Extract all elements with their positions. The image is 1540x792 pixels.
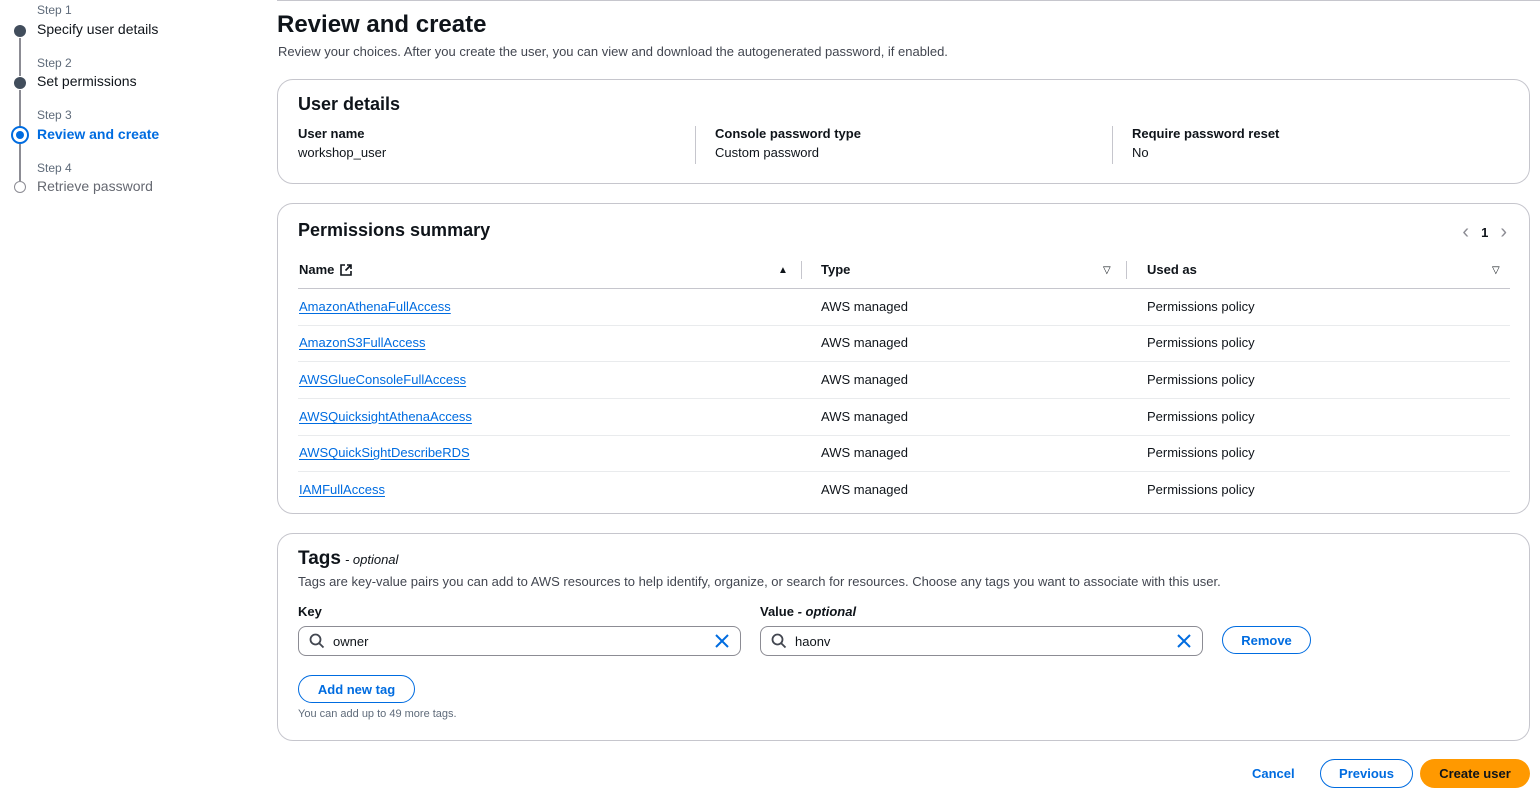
column-divider — [801, 261, 802, 279]
search-icon — [771, 633, 787, 649]
chevron-right-icon[interactable]: › — [1500, 222, 1507, 242]
console-password-type-field: Console password type Custom password — [715, 126, 861, 160]
column-header-label: Used as — [1147, 262, 1197, 277]
tag-key-input[interactable]: owner — [298, 626, 741, 656]
step-upcoming-icon — [14, 181, 26, 193]
value-label-text: Value — [760, 604, 794, 619]
table-row: AWSQuickSightDescribeRDS AWS managed Per… — [298, 435, 1510, 472]
tag-value-value: haonv — [795, 634, 831, 649]
policy-type: AWS managed — [821, 482, 908, 497]
policy-type: AWS managed — [821, 335, 908, 350]
policy-link[interactable]: AWSQuickSightDescribeRDS — [299, 445, 470, 460]
column-divider — [695, 126, 696, 164]
page-description: Review your choices. After you create th… — [278, 44, 948, 59]
policy-used-as: Permissions policy — [1147, 299, 1255, 314]
column-header-name[interactable]: Name — [299, 262, 353, 277]
step-title[interactable]: Set permissions — [37, 73, 137, 89]
permissions-summary-title: Permissions summary — [298, 220, 491, 240]
sort-ascending-icon[interactable]: ▲ — [778, 265, 788, 276]
tags-card: Tags - optional Tags are key-value pairs … — [277, 533, 1530, 741]
create-user-button[interactable]: Create user — [1420, 759, 1530, 788]
column-header-used-as[interactable]: Used as — [1147, 262, 1197, 277]
step-title: Review and create — [37, 126, 160, 142]
optional-label: - optional — [797, 604, 857, 619]
step-number: Step 2 — [37, 56, 72, 70]
step-done-icon — [14, 25, 26, 37]
optional-label: - optional — [344, 552, 399, 567]
step-number: Step 4 — [37, 161, 72, 175]
value-label: Value - optional — [760, 604, 856, 619]
policy-link[interactable]: AmazonAthenaFullAccess — [299, 299, 451, 314]
tag-key-value: owner — [333, 634, 369, 649]
tags-description: Tags are key-value pairs you can add to … — [298, 574, 1221, 589]
page-title: Review and create — [277, 11, 487, 38]
step-connector — [19, 144, 21, 181]
remove-tag-button[interactable]: Remove — [1222, 626, 1311, 654]
table-row: IAMFullAccess AWS managed Permissions po… — [298, 472, 1510, 509]
policy-used-as: Permissions policy — [1147, 409, 1255, 424]
field-value: No — [1132, 145, 1149, 160]
sort-descending-icon[interactable]: ▽ — [1492, 265, 1500, 276]
tags-limit-hint: You can add up to 49 more tags. — [298, 708, 457, 720]
policy-used-as: Permissions policy — [1147, 482, 1255, 497]
step-connector — [19, 90, 21, 128]
policy-link[interactable]: AWSQuicksightAthenaAccess — [299, 409, 472, 424]
add-new-tag-button[interactable]: Add new tag — [298, 675, 415, 703]
user-details-title: User details — [298, 94, 401, 114]
field-label: Require password reset — [1132, 126, 1280, 141]
wizard-steps: Step 1 Specify user details Step 2 Set p… — [0, 0, 240, 220]
close-icon[interactable] — [1176, 633, 1192, 649]
user-details-card: User details — [277, 79, 1530, 184]
require-password-reset-field: Require password reset No — [1132, 126, 1279, 160]
permissions-summary-card: Permissions summary ‹ 1 › Name ▲ Type ▽ … — [277, 203, 1530, 514]
sort-descending-icon[interactable]: ▽ — [1103, 265, 1111, 276]
pagination: ‹ 1 › — [1462, 222, 1507, 242]
column-divider — [1126, 261, 1127, 279]
page-number[interactable]: 1 — [1481, 225, 1488, 240]
step-title: Retrieve password — [37, 178, 153, 194]
policy-type: AWS managed — [821, 299, 908, 314]
tags-title: Tags - optional — [298, 548, 398, 570]
chevron-left-icon[interactable]: ‹ — [1462, 222, 1469, 242]
tag-value-input[interactable]: haonv — [760, 626, 1203, 656]
field-value: Custom password — [715, 145, 820, 160]
step-connector — [19, 38, 21, 76]
tags-title-text: Tags — [298, 548, 341, 569]
policy-link[interactable]: IAMFullAccess — [299, 482, 385, 497]
policy-link[interactable]: AmazonS3FullAccess — [299, 335, 425, 350]
top-divider — [277, 0, 1540, 1]
step-number: Step 1 — [37, 3, 72, 17]
search-icon — [309, 633, 325, 649]
previous-button[interactable]: Previous — [1320, 759, 1413, 788]
table-row: AWSQuicksightAthenaAccess AWS managed Pe… — [298, 399, 1510, 436]
column-header-label: Name — [299, 262, 335, 277]
cancel-button[interactable]: Cancel — [1252, 766, 1295, 781]
table-row: AWSGlueConsoleFullAccess AWS managed Per… — [298, 362, 1510, 399]
policy-type: AWS managed — [821, 409, 908, 424]
policy-type: AWS managed — [821, 372, 908, 387]
column-header-label: Type — [821, 262, 851, 277]
step-title[interactable]: Specify user details — [37, 21, 158, 37]
table-row: AmazonS3FullAccess AWS managed Permissio… — [298, 325, 1510, 362]
column-divider — [1112, 126, 1113, 164]
close-icon[interactable] — [714, 633, 730, 649]
field-value: workshop_user — [298, 145, 387, 160]
user-name-field: User name workshop_user — [298, 126, 386, 160]
policy-link[interactable]: AWSGlueConsoleFullAccess — [299, 372, 466, 387]
step-done-icon — [14, 77, 26, 89]
table-row: AmazonAthenaFullAccess AWS managed Permi… — [298, 289, 1510, 326]
column-header-type[interactable]: Type — [821, 262, 850, 277]
key-label: Key — [298, 604, 322, 619]
policy-used-as: Permissions policy — [1147, 372, 1255, 387]
policy-used-as: Permissions policy — [1147, 445, 1255, 460]
step-current-icon — [11, 126, 29, 144]
field-label: User name — [298, 126, 365, 141]
field-label: Console password type — [715, 126, 861, 141]
policy-used-as: Permissions policy — [1147, 335, 1255, 350]
step-number: Step 3 — [37, 108, 72, 122]
external-link-icon — [340, 263, 353, 276]
policy-type: AWS managed — [821, 445, 908, 460]
